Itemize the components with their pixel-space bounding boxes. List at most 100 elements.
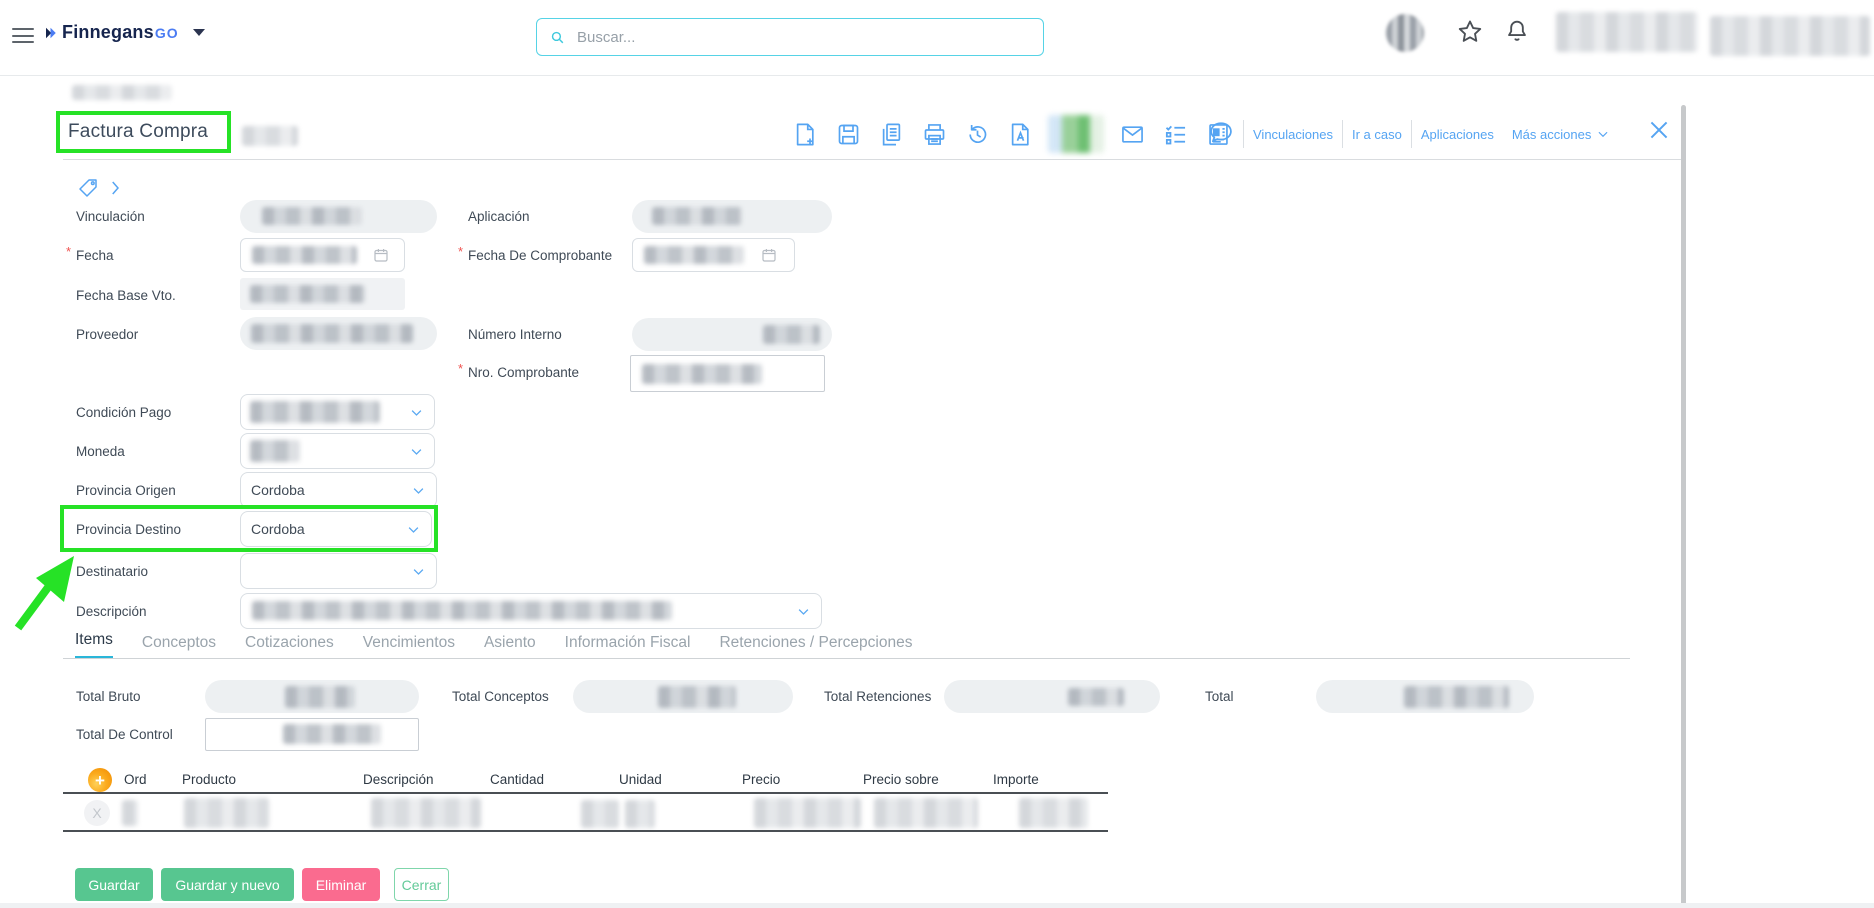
delete-row-button[interactable]: X (84, 800, 110, 826)
redacted-cell-producto (184, 798, 269, 828)
calendar-icon[interactable] (760, 246, 778, 264)
link-ir-a-caso[interactable]: Ir a caso (1343, 127, 1411, 142)
brand-chevrons-icon (42, 24, 62, 42)
col-header-ord: Ord (124, 772, 147, 787)
mail-icon[interactable] (1117, 119, 1147, 149)
tab-vencimientos[interactable]: Vencimientos (363, 634, 455, 659)
eliminar-button[interactable]: Eliminar (302, 868, 380, 901)
redacted-total-value (1404, 686, 1509, 708)
chevron-down-icon (406, 522, 421, 537)
page-title: Factura Compra (68, 121, 208, 143)
col-header-importe: Importe (993, 772, 1039, 787)
col-header-descripcion: Descripción (363, 772, 434, 787)
tag-icon[interactable] (76, 176, 100, 200)
provincia-destino-value: Cordoba (251, 521, 305, 537)
destinatario-select[interactable] (240, 553, 437, 589)
history-icon[interactable] (962, 119, 992, 149)
redacted-user-info (1556, 12, 1698, 52)
star-icon[interactable] (1456, 18, 1484, 46)
aplicacion-label: Aplicación (468, 209, 530, 224)
tab-asiento[interactable]: Asiento (484, 634, 536, 659)
redacted-numero-interno-value (763, 325, 820, 344)
redacted-cell-cantidad (581, 800, 619, 828)
provincia-origen-label: Provincia Origen (76, 483, 176, 498)
descripcion-label: Descripción (76, 604, 147, 619)
required-marker: * (458, 361, 463, 376)
document-a-icon[interactable] (1005, 119, 1035, 149)
bell-icon[interactable] (1503, 17, 1531, 45)
redacted-breadcrumb (72, 85, 172, 100)
calendar-icon[interactable] (372, 246, 390, 264)
redacted-cell-precio-sobre (874, 798, 978, 828)
vertical-scrollbar[interactable] (1681, 105, 1686, 905)
redacted-fecha-base-vto-value (250, 285, 365, 303)
redacted-condicion-pago-value (250, 401, 380, 423)
redacted-cell-importe (1019, 798, 1088, 828)
new-document-icon[interactable] (790, 119, 820, 149)
app-logo[interactable]: FinnegansGO (42, 22, 205, 43)
print-icon[interactable] (919, 119, 949, 149)
redacted-cell-descripcion (371, 798, 481, 828)
redacted-user-info (1710, 16, 1870, 56)
dropdown-caret-icon[interactable] (193, 29, 205, 36)
guardar-y-nuevo-button[interactable]: Guardar y nuevo (161, 868, 294, 901)
redacted-total-conceptos-value (658, 686, 736, 708)
tab-cotizaciones[interactable]: Cotizaciones (245, 634, 334, 659)
redacted-total-retenciones-value (1068, 688, 1124, 706)
chevron-down-icon (411, 564, 426, 579)
redacted-fecha-comprobante-value (644, 246, 744, 264)
tab-conceptos[interactable]: Conceptos (142, 634, 216, 659)
tab-items[interactable]: Items (75, 631, 113, 659)
global-search[interactable] (536, 18, 1044, 56)
redacted-fecha-value (252, 246, 357, 264)
chevron-down-icon (1596, 127, 1610, 141)
total-retenciones-field (944, 680, 1160, 713)
total-de-control-label: Total De Control (76, 727, 173, 742)
checklist-icon[interactable] (1160, 119, 1190, 149)
redacted-nro-comprobante-value (642, 364, 762, 384)
vinculacion-label: Vinculación (76, 209, 145, 224)
close-icon[interactable] (1646, 117, 1672, 143)
brand-suffix: GO (155, 25, 179, 41)
tab-retenciones-percepciones[interactable]: Retenciones / Percepciones (719, 634, 912, 659)
link-aplicaciones[interactable]: Aplicaciones (1412, 127, 1503, 142)
guardar-button[interactable]: Guardar (75, 868, 153, 901)
chevron-down-icon (409, 405, 424, 420)
title-divider (63, 159, 1683, 160)
bottom-strip (0, 903, 1874, 908)
apps-sphere-icon[interactable] (1386, 14, 1424, 52)
chevron-right-icon[interactable] (106, 178, 124, 198)
search-input[interactable] (575, 28, 1031, 47)
chevron-down-icon (796, 604, 811, 619)
link-vinculaciones[interactable]: Vinculaciones (1244, 127, 1342, 142)
provincia-origen-select[interactable]: Cordoba (240, 472, 437, 508)
brand-name: Finnegans (62, 22, 154, 43)
detail-tabs: Items Conceptos Cotizaciones Vencimiento… (75, 631, 912, 659)
col-header-unidad: Unidad (619, 772, 662, 787)
toolbar-links: Vinculaciones Ir a caso Aplicaciones Más… (1243, 119, 1619, 149)
link-mas-acciones[interactable]: Más acciones (1503, 127, 1619, 142)
required-marker: * (458, 244, 463, 259)
search-icon (549, 29, 566, 46)
menu-icon[interactable] (12, 28, 34, 44)
table-header-border (63, 792, 1108, 794)
chat-icon[interactable] (1206, 117, 1236, 147)
redacted-cell-ord (122, 800, 138, 826)
numero-interno-label: Número Interno (468, 327, 562, 342)
save-icon[interactable] (833, 119, 863, 149)
total-retenciones-label: Total Retenciones (824, 689, 931, 704)
redacted-toolbar-icon (1048, 115, 1104, 153)
col-header-cantidad: Cantidad (490, 772, 544, 787)
nro-comprobante-label: Nro. Comprobante (468, 365, 579, 380)
col-header-precio: Precio (742, 772, 780, 787)
add-row-button[interactable]: + (88, 768, 112, 792)
cerrar-button[interactable]: Cerrar (394, 868, 449, 901)
tab-informacion-fiscal[interactable]: Información Fiscal (565, 634, 691, 659)
provincia-destino-select[interactable]: Cordoba (240, 511, 432, 547)
mas-acciones-label: Más acciones (1512, 127, 1591, 142)
col-header-precio-sobre: Precio sobre (863, 772, 939, 787)
copy-icon[interactable] (876, 119, 906, 149)
required-marker: * (66, 244, 71, 259)
col-header-producto: Producto (182, 772, 236, 787)
total-bruto-label: Total Bruto (76, 689, 141, 704)
